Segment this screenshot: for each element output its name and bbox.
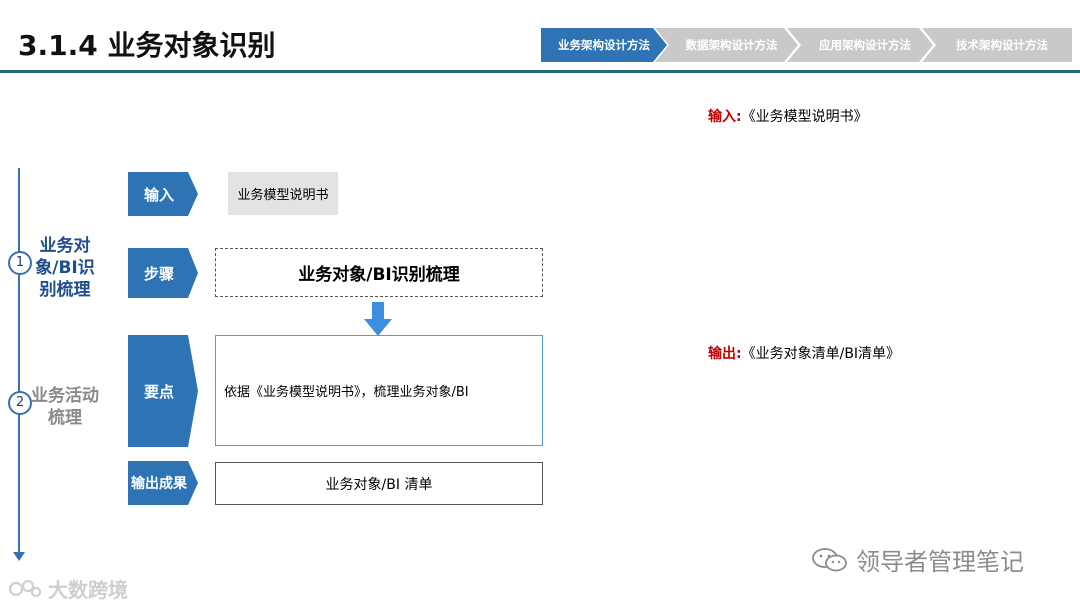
output-note: 输出:《业务对象清单/BI清单》 bbox=[708, 343, 900, 363]
output-note-value: 《业务对象清单/BI清单》 bbox=[741, 346, 901, 362]
output-value-box: 业务对象/BI 清单 bbox=[215, 462, 543, 505]
brand-logo-icon bbox=[8, 579, 42, 597]
input-tag: 输入 bbox=[128, 172, 198, 216]
output-note-key: 输出: bbox=[708, 346, 742, 362]
key-points-tag: 要点 bbox=[128, 335, 198, 447]
breadcrumb-business-architecture[interactable]: 业务架构设计方法 bbox=[541, 28, 667, 62]
breadcrumb-technical-architecture[interactable]: 技术架构设计方法 bbox=[922, 28, 1072, 62]
timeline-line bbox=[18, 168, 20, 556]
input-note: 输入:《业务模型说明书》 bbox=[708, 106, 868, 126]
phase-number-1: 1 bbox=[8, 251, 32, 275]
input-value-box: 业务模型说明书 bbox=[228, 172, 338, 215]
phase-label-1: 业务对象/BI识别梳理 bbox=[35, 236, 95, 300]
steps-tag: 步骤 bbox=[128, 248, 198, 298]
page-title: 3.1.4 业务对象识别 bbox=[18, 29, 276, 62]
watermark-left: 大数跨境 bbox=[8, 574, 128, 603]
input-note-value: 《业务模型说明书》 bbox=[741, 109, 868, 125]
watermark-left-text: 大数跨境 bbox=[48, 578, 128, 602]
output-tag: 输出成果 bbox=[128, 461, 198, 505]
watermark-right-text: 领导者管理笔记 bbox=[856, 548, 1024, 576]
phase-number-2: 2 bbox=[8, 391, 32, 415]
down-arrow-head-icon bbox=[364, 319, 392, 336]
input-note-key: 输入: bbox=[708, 109, 742, 125]
breadcrumb-data-architecture[interactable]: 数据架构设计方法 bbox=[655, 28, 798, 62]
steps-value-box: 业务对象/BI识别梳理 bbox=[215, 248, 543, 297]
key-points-box: 依据《业务模型说明书》，梳理业务对象/BI bbox=[215, 335, 543, 446]
phase-label-2: 业务活动梳理 bbox=[31, 386, 99, 428]
down-arrow-icon bbox=[372, 302, 384, 320]
wechat-icon bbox=[812, 547, 847, 571]
timeline-arrow-icon bbox=[13, 552, 25, 561]
breadcrumb-application-architecture[interactable]: 应用架构设计方法 bbox=[787, 28, 933, 62]
title-divider bbox=[0, 70, 1080, 73]
watermark-right: 领导者管理笔记 bbox=[810, 542, 1024, 577]
